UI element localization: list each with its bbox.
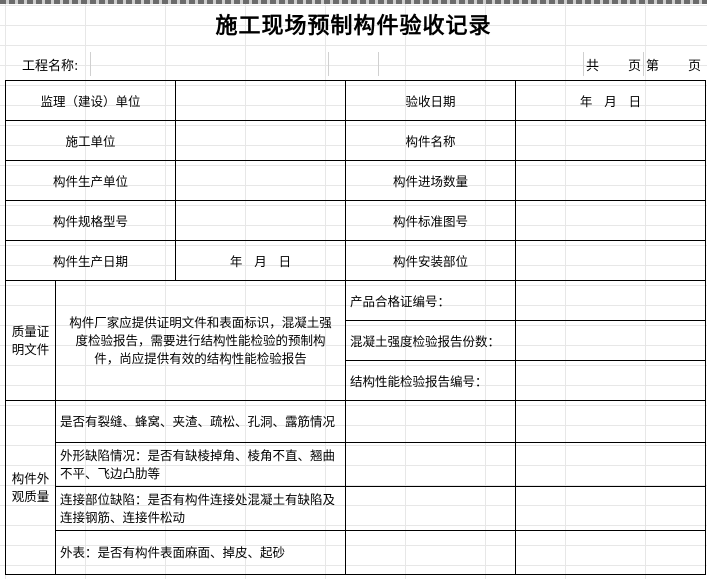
arrival-quantity-label: 构件进场数量 — [345, 160, 517, 201]
spec-model-label: 构件规格型号 — [4, 200, 177, 241]
cert-no-value[interactable] — [515, 280, 707, 321]
production-unit-label: 构件生产单位 — [4, 160, 177, 201]
table-row: 监理（建设）单位 验收日期 年 月 日 — [4, 80, 707, 121]
info-line: 工程名称: 共 页 第 页 — [0, 50, 707, 76]
appearance-result[interactable] — [345, 400, 517, 443]
cert-no-label: 产品合格证编号： — [345, 280, 517, 321]
install-location-label: 构件安装部位 — [345, 240, 517, 281]
construction-unit-value[interactable] — [175, 120, 347, 161]
appearance-remark[interactable] — [515, 530, 707, 575]
info-divider — [583, 52, 584, 76]
construction-unit-label: 施工单位 — [4, 120, 177, 161]
install-location-value[interactable] — [515, 240, 707, 281]
appearance-remark[interactable] — [515, 486, 707, 531]
info-divider — [643, 52, 644, 76]
concrete-report-value[interactable] — [515, 320, 707, 361]
document-title: 施工现场预制构件验收记录 — [215, 14, 492, 39]
acceptance-date-label: 验收日期 — [345, 80, 517, 121]
quality-docs-note: 构件厂家应提供证明文件和表面标识，混凝土强度检验报告，需要进行结构性能检验的预制… — [54, 280, 347, 401]
info-divider — [378, 52, 379, 76]
structure-report-label: 结构性能检验报告编号： — [345, 360, 517, 401]
appearance-result[interactable] — [345, 530, 517, 575]
total-label: 共 — [586, 59, 600, 74]
appearance-remark[interactable] — [515, 400, 707, 443]
spec-model-value[interactable] — [175, 200, 347, 241]
appearance-item: 外表：是否有构件表面麻面、掉皮、起砂 — [54, 530, 347, 575]
table-row: 构件规格型号 构件标准图号 — [4, 200, 707, 241]
table-row: 构件生产日期 年 月 日 构件安装部位 — [4, 240, 707, 281]
quality-docs-label: 质量证明文件 — [5, 280, 56, 401]
info-divider — [328, 52, 329, 76]
standard-drawing-value[interactable] — [515, 200, 707, 241]
table-row: 构件生产单位 构件进场数量 — [4, 160, 707, 201]
component-name-label: 构件名称 — [345, 120, 517, 161]
production-unit-value[interactable] — [175, 160, 347, 201]
page-label: 页 — [628, 59, 642, 74]
table-row: 外表：是否有构件表面麻面、掉皮、起砂 — [6, 530, 707, 575]
structure-report-value[interactable] — [515, 360, 707, 401]
arrival-quantity-value[interactable] — [515, 160, 707, 201]
production-date-value[interactable]: 年 月 日 — [175, 240, 347, 281]
appearance-result[interactable] — [345, 442, 517, 487]
production-date-label: 构件生产日期 — [4, 240, 177, 281]
appearance-label: 构件外观质量 — [5, 400, 56, 575]
acceptance-date-value[interactable]: 年 月 日 — [515, 80, 707, 121]
table-row: 构件外观质量 是否有裂缝、蜂窝、夹渣、疏松、孔洞、露筋情况 — [5, 400, 707, 575]
info-divider — [90, 52, 91, 76]
table-row: 施工单位 构件名称 — [4, 120, 707, 161]
supervisor-unit-label: 监理（建设）单位 — [4, 80, 177, 121]
appearance-item: 是否有裂缝、蜂窝、夹渣、疏松、孔洞、露筋情况 — [54, 400, 347, 443]
concrete-report-label: 混凝土强度检验报告份数： — [345, 320, 517, 361]
appearance-result[interactable] — [345, 486, 517, 531]
page-number-label: 第 — [646, 59, 660, 74]
page-label-2: 页 — [688, 59, 702, 74]
acceptance-form-table: 监理（建设）单位 验收日期 年 月 日 施工单位 构件名称 构件生产单位 构件进… — [4, 80, 707, 575]
appearance-remark[interactable] — [515, 442, 707, 487]
component-name-value[interactable] — [515, 120, 707, 161]
supervisor-unit-value[interactable] — [175, 80, 347, 121]
appearance-item: 连接部位缺陷：是否有构件连接处混凝土有缺陷及连接钢筋、连接件松动 — [54, 486, 347, 531]
column-header-strip — [0, 0, 707, 4]
project-name-label: 工程名称: — [22, 59, 79, 74]
standard-drawing-label: 构件标准图号 — [345, 200, 517, 241]
table-row: 质量证明文件 构件厂家应提供证明文件和表面标识，混凝土强度检验报告，需要进行结构… — [5, 280, 707, 401]
appearance-item: 外形缺陷情况：是否有缺棱掉角、棱角不直、翘曲不平、飞边凸肋等 — [54, 442, 347, 487]
table-row: 外形缺陷情况：是否有缺棱掉角、棱角不直、翘曲不平、飞边凸肋等 — [6, 442, 707, 487]
table-row: 连接部位缺陷：是否有构件连接处混凝土有缺陷及连接钢筋、连接件松动 — [6, 486, 707, 531]
